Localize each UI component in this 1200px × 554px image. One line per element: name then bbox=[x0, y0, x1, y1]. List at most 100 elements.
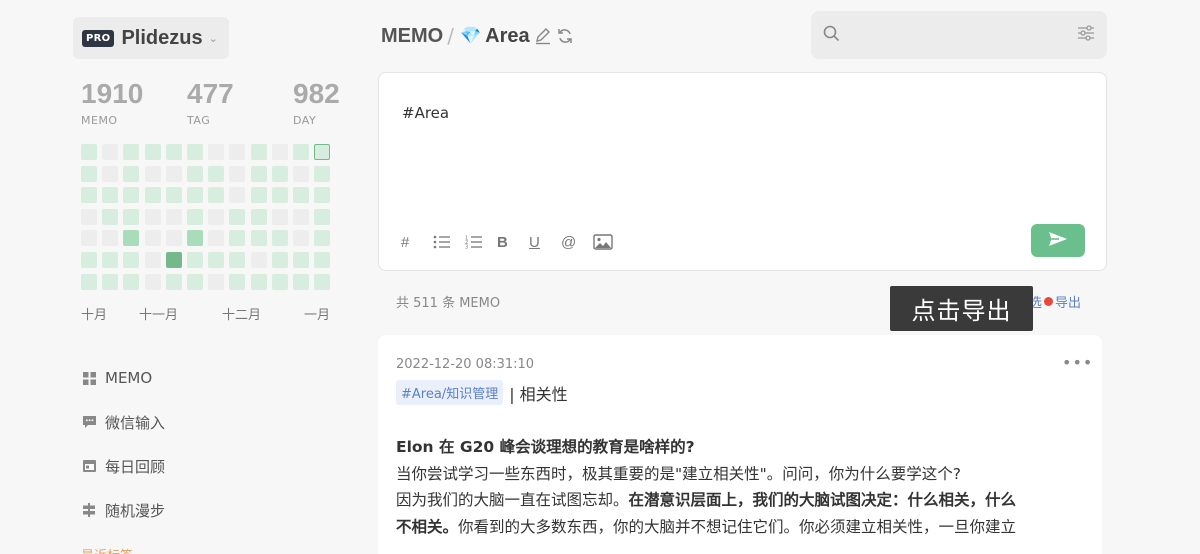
heatmap-cell[interactable] bbox=[144, 208, 161, 225]
heatmap-cell[interactable] bbox=[123, 165, 140, 182]
heatmap-cell[interactable] bbox=[81, 273, 97, 290]
heatmap-cell[interactable] bbox=[293, 273, 309, 290]
heatmap-cell[interactable] bbox=[144, 144, 161, 160]
heatmap-cell[interactable] bbox=[187, 144, 203, 160]
heatmap-cell[interactable] bbox=[187, 165, 203, 182]
heatmap-cell[interactable] bbox=[123, 252, 140, 268]
heatmap-cell[interactable] bbox=[293, 208, 309, 225]
heatmap-cell[interactable] bbox=[102, 273, 119, 290]
heatmap-cell[interactable] bbox=[102, 208, 119, 225]
bullet-list-icon[interactable] bbox=[433, 231, 465, 253]
memo-timestamp[interactable]: 2022-12-20 08:31:10 bbox=[396, 357, 534, 372]
heatmap-cell[interactable] bbox=[81, 252, 97, 268]
search-input[interactable] bbox=[848, 27, 1077, 43]
heatmap-cell[interactable] bbox=[271, 187, 288, 204]
heatmap-cell[interactable] bbox=[81, 165, 97, 182]
heatmap-cell[interactable] bbox=[271, 165, 288, 182]
heatmap-cell[interactable] bbox=[314, 165, 331, 182]
export-link[interactable]: 导出 bbox=[1055, 292, 1081, 311]
refresh-icon[interactable] bbox=[556, 27, 574, 45]
heatmap-cell[interactable] bbox=[165, 230, 182, 247]
filter-settings-icon[interactable] bbox=[1077, 24, 1095, 46]
edit-icon[interactable] bbox=[534, 27, 552, 45]
heatmap-cell[interactable] bbox=[102, 144, 119, 160]
heatmap-cell[interactable] bbox=[229, 273, 246, 290]
bold-button[interactable]: B bbox=[497, 231, 529, 253]
sidebar-item-memo[interactable]: MEMO bbox=[81, 356, 165, 400]
sidebar-item-random-walk[interactable]: 随机漫步 bbox=[81, 488, 165, 532]
heatmap-cell[interactable] bbox=[187, 273, 203, 290]
heatmap-cell[interactable] bbox=[314, 208, 331, 225]
heatmap-cell[interactable] bbox=[229, 208, 246, 225]
underline-button[interactable]: U bbox=[529, 231, 561, 253]
more-options-icon[interactable]: ••• bbox=[1062, 353, 1093, 372]
heatmap-cell[interactable] bbox=[271, 144, 288, 160]
heatmap-cell[interactable] bbox=[165, 187, 182, 204]
heatmap-cell[interactable] bbox=[314, 187, 331, 204]
heatmap-cell[interactable] bbox=[293, 252, 309, 268]
heatmap-cell[interactable] bbox=[81, 208, 97, 225]
tag-button[interactable]: # bbox=[401, 231, 433, 253]
user-menu-button[interactable]: PRO Plidezus ⌄ bbox=[73, 17, 229, 59]
heatmap-cell[interactable] bbox=[229, 230, 246, 247]
heatmap-cell[interactable] bbox=[123, 230, 140, 247]
heatmap-cell[interactable] bbox=[144, 273, 161, 290]
heatmap-cell[interactable] bbox=[123, 187, 140, 204]
heatmap-cell[interactable] bbox=[187, 230, 203, 247]
heatmap-cell[interactable] bbox=[271, 273, 288, 290]
breadcrumb-section[interactable]: MEMO bbox=[381, 25, 443, 48]
heatmap-cell[interactable] bbox=[271, 208, 288, 225]
sidebar-item-daily-review[interactable]: 每日回顾 bbox=[81, 444, 165, 488]
heatmap-cell[interactable] bbox=[293, 230, 309, 247]
memo-editor[interactable]: #Area # 123 B U @ bbox=[378, 72, 1107, 271]
heatmap-cell[interactable] bbox=[229, 144, 246, 160]
heatmap-cell[interactable] bbox=[81, 230, 97, 247]
mention-button[interactable]: @ bbox=[561, 231, 593, 253]
heatmap-cell[interactable] bbox=[229, 187, 246, 204]
heatmap-cell[interactable] bbox=[208, 208, 225, 225]
heatmap-cell[interactable] bbox=[250, 273, 267, 290]
heatmap-cell[interactable] bbox=[250, 230, 267, 247]
memo-tag[interactable]: #Area/知识管理 bbox=[396, 380, 504, 405]
heatmap-cell[interactable] bbox=[165, 144, 182, 160]
heatmap-cell[interactable] bbox=[123, 273, 140, 290]
heatmap-cell[interactable] bbox=[81, 187, 97, 204]
image-icon[interactable] bbox=[593, 231, 625, 253]
heatmap-cell[interactable] bbox=[208, 144, 225, 160]
heatmap-cell-today[interactable] bbox=[314, 144, 331, 160]
heatmap-cell[interactable] bbox=[271, 252, 288, 268]
heatmap-cell[interactable] bbox=[250, 252, 267, 268]
heatmap-cell[interactable] bbox=[250, 187, 267, 204]
heatmap-cell[interactable] bbox=[314, 252, 331, 268]
heatmap-cell[interactable] bbox=[165, 273, 182, 290]
heatmap-cell[interactable] bbox=[293, 144, 309, 160]
sidebar-item-wechat[interactable]: 微信输入 bbox=[81, 400, 165, 444]
heatmap-cell[interactable] bbox=[144, 165, 161, 182]
heatmap-cell[interactable] bbox=[293, 165, 309, 182]
heatmap-cell[interactable] bbox=[165, 165, 182, 182]
heatmap-cell[interactable] bbox=[229, 252, 246, 268]
heatmap-cell[interactable] bbox=[81, 144, 97, 160]
heatmap-cell[interactable] bbox=[123, 144, 140, 160]
heatmap-cell[interactable] bbox=[165, 208, 182, 225]
heatmap-cell[interactable] bbox=[208, 252, 225, 268]
heatmap-cell[interactable] bbox=[187, 252, 203, 268]
heatmap-cell[interactable] bbox=[229, 165, 246, 182]
heatmap-cell[interactable] bbox=[250, 144, 267, 160]
heatmap-cell[interactable] bbox=[123, 208, 140, 225]
heatmap-cell[interactable] bbox=[250, 208, 267, 225]
heatmap-cell[interactable] bbox=[208, 230, 225, 247]
heatmap-cell[interactable] bbox=[250, 165, 267, 182]
numbered-list-icon[interactable]: 123 bbox=[465, 231, 497, 253]
heatmap-cell[interactable] bbox=[144, 230, 161, 247]
send-button[interactable] bbox=[1031, 224, 1085, 257]
heatmap-cell[interactable] bbox=[102, 230, 119, 247]
heatmap-cell[interactable] bbox=[102, 187, 119, 204]
heatmap-cell[interactable] bbox=[314, 230, 331, 247]
heatmap-cell[interactable] bbox=[271, 230, 288, 247]
heatmap-cell[interactable] bbox=[187, 187, 203, 204]
heatmap-cell[interactable] bbox=[165, 252, 182, 268]
heatmap-cell[interactable] bbox=[102, 165, 119, 182]
heatmap-cell[interactable] bbox=[314, 273, 331, 290]
heatmap-cell[interactable] bbox=[102, 252, 119, 268]
